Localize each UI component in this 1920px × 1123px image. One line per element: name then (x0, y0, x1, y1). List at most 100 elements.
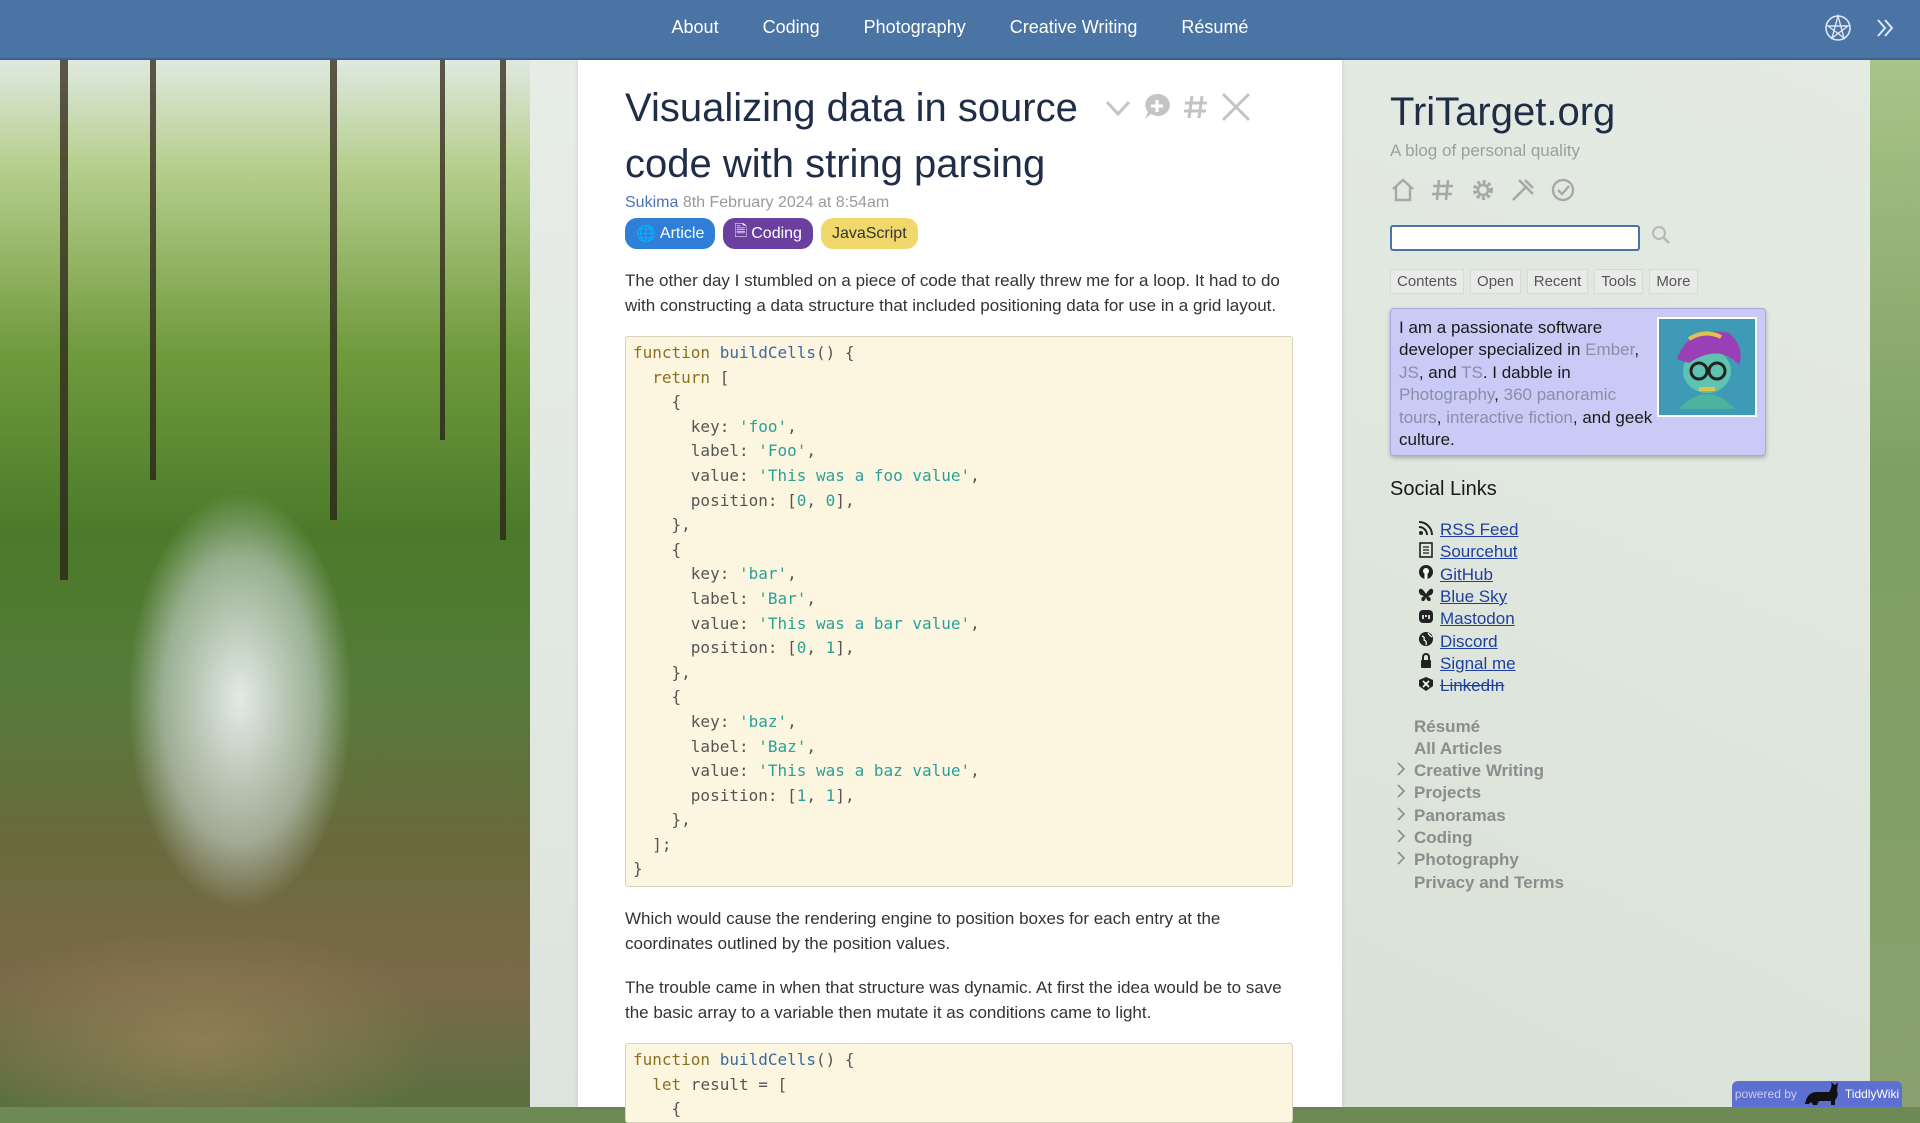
link-rss-feed[interactable]: RSS Feed (1440, 520, 1518, 540)
about-text-part: , and (1418, 362, 1462, 382)
nav-creative-writing[interactable]: Creative Writing (1010, 17, 1138, 38)
toc-label: Photography (1414, 850, 1519, 870)
sidebar: TriTarget.org A blog of personal quality… (1390, 90, 1810, 894)
toc-item-privacy[interactable]: Privacy and Terms (1396, 871, 1810, 893)
mastodon-icon (1418, 609, 1434, 630)
social-mastodon: Mastodon (1418, 608, 1810, 630)
tab-more[interactable]: More (1649, 269, 1698, 294)
sidebar-tabs: Contents Open Recent Tools More (1390, 269, 1810, 294)
tag-coding[interactable]: 🗎 Coding (723, 218, 813, 249)
shield-icon (1418, 676, 1434, 697)
social-discord: Discord (1418, 630, 1810, 652)
toc-item-projects[interactable]: Projects (1396, 782, 1810, 804)
article-meta: Sukima 8th February 2024 at 8:54am (625, 194, 1293, 212)
link-interactive-fiction[interactable]: interactive fiction (1446, 408, 1573, 427)
chevron-right-icon[interactable] (1396, 850, 1408, 870)
social-links-heading: Social Links (1390, 478, 1497, 500)
tiddlywiki-logo-icon[interactable] (1822, 12, 1854, 49)
top-nav: About Coding Photography Creative Writin… (0, 0, 1920, 54)
link-github[interactable]: GitHub (1440, 565, 1493, 585)
site-title[interactable]: TriTarget.org (1390, 90, 1810, 135)
toc-label: Creative Writing (1414, 761, 1545, 781)
document-icon (1418, 542, 1434, 563)
tag-article[interactable]: 🌐 Article (625, 218, 716, 249)
link-photography[interactable]: Photography (1399, 385, 1494, 404)
double-chevron-right-icon[interactable] (1876, 17, 1894, 44)
nav-about[interactable]: About (672, 17, 719, 38)
chevron-down-icon[interactable] (1103, 92, 1133, 127)
link-linkedin[interactable]: LinkedIn (1440, 676, 1504, 696)
toc-item-photography[interactable]: Photography (1396, 849, 1810, 871)
toc-item-coding[interactable]: Coding (1396, 827, 1810, 849)
nav-photography[interactable]: Photography (864, 17, 966, 38)
code-block: function buildCells() { return [ { key: … (625, 336, 1293, 888)
powered-by-badge[interactable]: powered by TiddlyWiki (1732, 1081, 1902, 1107)
toc-label: Projects (1414, 783, 1482, 803)
about-text-part: . I dabble in (1482, 362, 1571, 382)
toc-label: All Articles (1414, 738, 1503, 758)
nav-coding[interactable]: Coding (763, 17, 820, 38)
sidebar-toolbar (1390, 177, 1810, 208)
tag-coding-label: Coding (751, 224, 802, 242)
link-ts[interactable]: TS (1461, 363, 1483, 382)
link-signal-me[interactable]: Signal me (1440, 654, 1516, 674)
search-row (1390, 224, 1810, 251)
powered-by-text: powered by (1734, 1087, 1797, 1101)
paragraph: The trouble came in when that structure … (625, 978, 1282, 1022)
chevron-right-icon[interactable] (1396, 783, 1408, 803)
toc-label: Panoramas (1414, 805, 1506, 825)
social-rss: RSS Feed (1418, 519, 1810, 541)
home-icon[interactable] (1390, 177, 1416, 208)
top-icons (1822, 12, 1894, 49)
link-discord[interactable]: Discord (1440, 632, 1498, 652)
check-circle-icon[interactable] (1550, 177, 1576, 208)
social-linkedin: LinkedIn (1418, 675, 1810, 697)
tiddlywiki-name: TiddlyWiki (1844, 1087, 1900, 1101)
nav-resume[interactable]: Résumé (1181, 17, 1248, 38)
background-photo-edge (1870, 60, 1920, 1107)
tag-article-label: Article (659, 224, 705, 242)
chevron-right-icon[interactable] (1396, 828, 1408, 848)
social-signal: Signal me (1418, 653, 1810, 675)
new-here-plus-icon[interactable] (1141, 91, 1173, 128)
tools-icon[interactable] (1510, 177, 1536, 208)
social-github: GitHub (1418, 564, 1810, 586)
tag-javascript[interactable]: JavaScript (820, 218, 918, 249)
tab-tools[interactable]: Tools (1594, 269, 1644, 294)
butterfly-icon (1418, 587, 1434, 608)
paragraph: Which would cause the rendering engine t… (625, 909, 1221, 953)
toc-item-resume[interactable]: Résumé (1396, 715, 1810, 737)
chevron-right-icon[interactable] (1396, 761, 1408, 781)
hash-tag-icon[interactable] (1430, 177, 1456, 208)
about-text-part: , (1634, 340, 1640, 360)
tab-open[interactable]: Open (1470, 269, 1521, 294)
link-mastodon[interactable]: Mastodon (1440, 609, 1515, 629)
toc-item-creative-writing[interactable]: Creative Writing (1396, 760, 1810, 782)
hash-tag-icon[interactable] (1181, 92, 1211, 127)
article-date: 8th February 2024 at 8:54am (682, 194, 890, 211)
author-link[interactable]: Sukima (625, 194, 678, 211)
tab-recent[interactable]: Recent (1526, 269, 1589, 294)
social-bluesky: Blue Sky (1418, 586, 1810, 608)
link-blue-sky[interactable]: Blue Sky (1440, 587, 1507, 607)
search-icon[interactable] (1650, 224, 1672, 251)
toc-item-all-articles[interactable]: All Articles (1396, 738, 1810, 760)
tab-contents[interactable]: Contents (1390, 269, 1465, 294)
toc-label: Résumé (1414, 716, 1481, 736)
about-text: I am a passionate software developer spe… (1399, 317, 1661, 451)
search-input[interactable] (1390, 224, 1640, 251)
toc-item-panoramas[interactable]: Panoramas (1396, 805, 1810, 827)
link-ember[interactable]: Ember (1585, 340, 1634, 359)
link-sourcehut[interactable]: Sourcehut (1440, 542, 1518, 562)
globe-icon: 🌐 (636, 225, 656, 243)
tag-javascript-label: JavaScript (831, 224, 907, 242)
rss-icon (1418, 520, 1434, 541)
gear-icon[interactable] (1470, 177, 1496, 208)
chevron-right-icon[interactable] (1396, 806, 1408, 826)
lock-icon (1418, 653, 1434, 674)
close-icon[interactable] (1219, 90, 1253, 129)
background-strip (530, 60, 578, 1107)
about-text-part: I am a passionate software developer spe… (1399, 318, 1603, 360)
link-js[interactable]: JS (1399, 363, 1419, 382)
github-icon (1418, 564, 1434, 585)
